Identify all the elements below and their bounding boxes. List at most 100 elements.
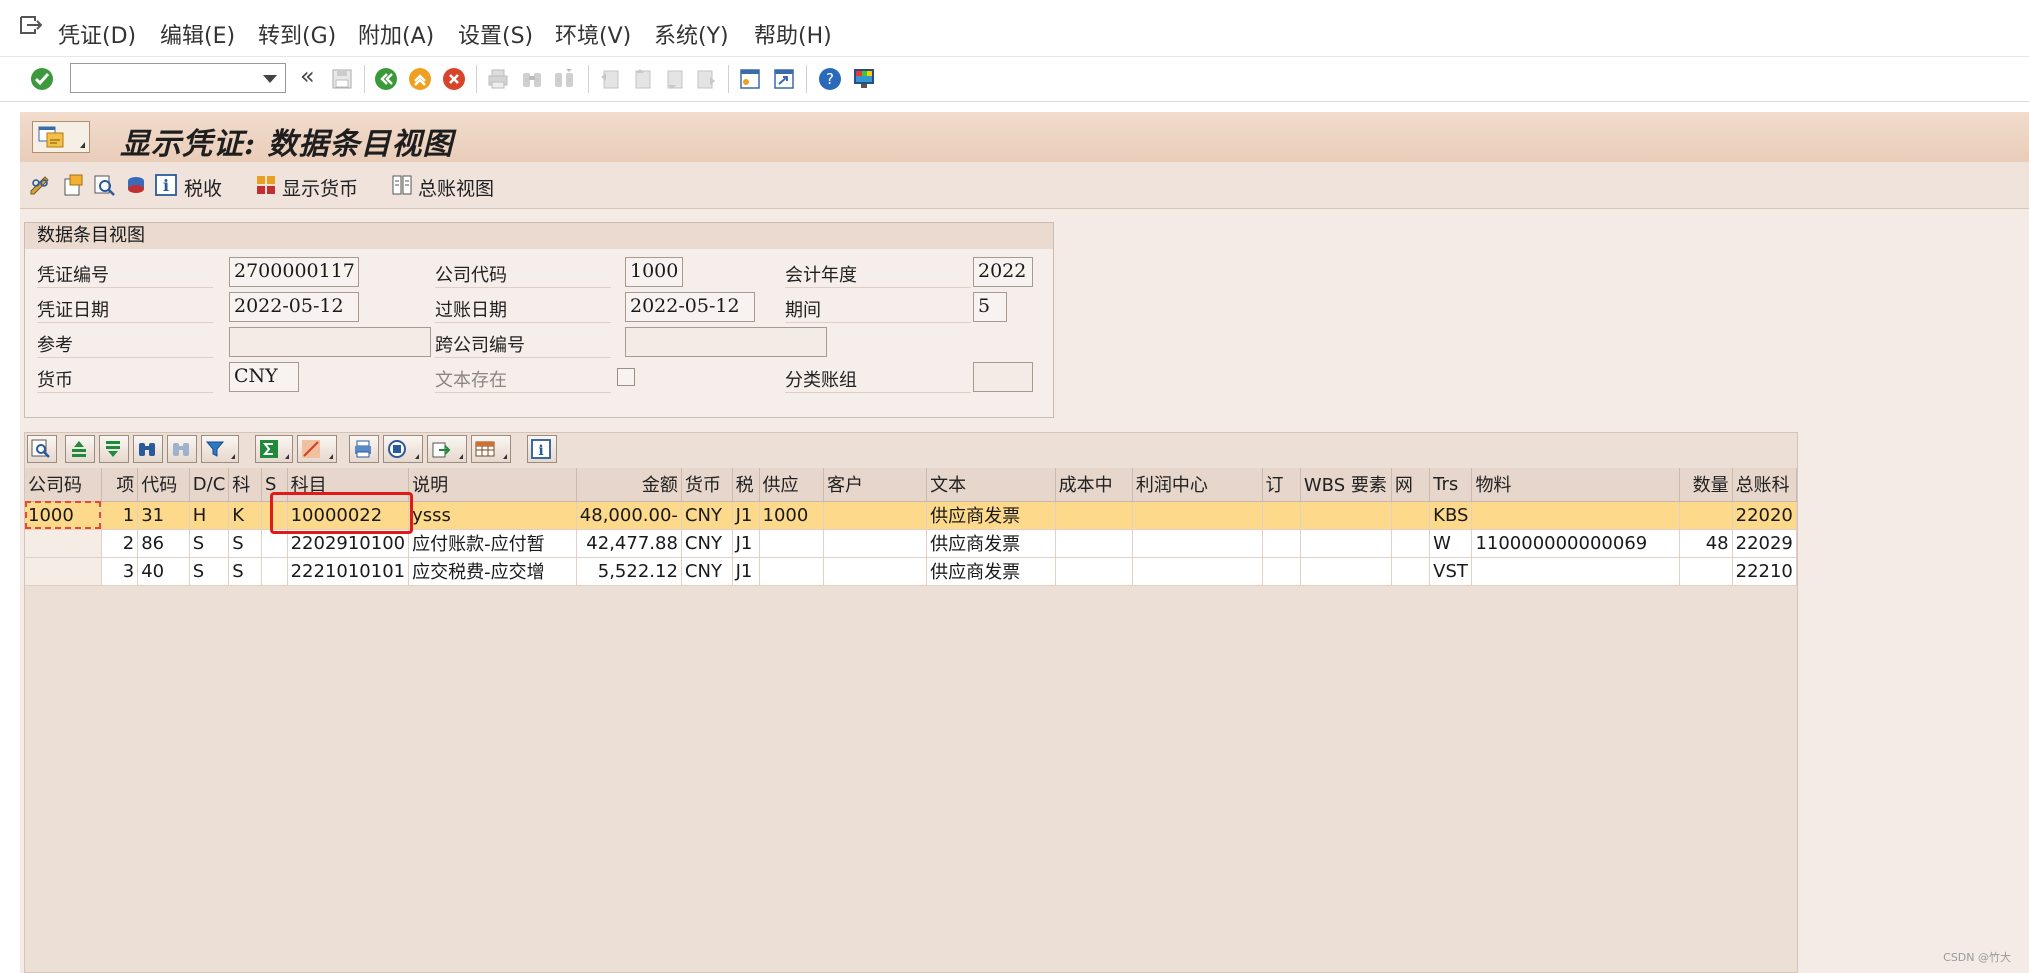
col-trs[interactable]: Trs	[1429, 468, 1473, 502]
cell-quantity[interactable]	[1679, 557, 1733, 586]
document-menu-icon[interactable]	[18, 14, 44, 38]
col-posting-key[interactable]: 代码	[137, 468, 190, 502]
cell-company-code[interactable]	[25, 529, 102, 558]
cell-description[interactable]: 应交税费-应交增	[408, 557, 577, 586]
menu-toggle-button[interactable]	[32, 121, 90, 153]
cell-amount[interactable]: 48,000.00-	[576, 501, 682, 530]
cell-profit-center[interactable]	[1132, 557, 1263, 586]
details-button[interactable]	[27, 435, 57, 463]
col-gl-account[interactable]: 总账科	[1732, 468, 1798, 502]
cell-item[interactable]: 1	[101, 501, 139, 530]
cell-account-type[interactable]: S	[228, 529, 262, 558]
cancel-icon[interactable]	[442, 67, 466, 91]
cell-cost-center[interactable]	[1055, 557, 1133, 586]
menu-system[interactable]: 系统(Y)	[654, 18, 729, 50]
cell-trs[interactable]: KBS	[1429, 501, 1473, 530]
col-account-type[interactable]: 科	[228, 468, 262, 502]
cell-order[interactable]	[1262, 501, 1301, 530]
ledger-stack-icon[interactable]	[124, 173, 148, 197]
cell-material[interactable]	[1471, 557, 1681, 586]
print-icon[interactable]	[486, 67, 510, 91]
cell-posting-key[interactable]: 31	[137, 501, 190, 530]
shortcut-icon[interactable]	[772, 67, 796, 91]
cell-vendor[interactable]	[759, 529, 824, 558]
sort-descending-button[interactable]	[99, 435, 129, 463]
col-quantity[interactable]: 数量	[1679, 468, 1733, 502]
cell-material[interactable]	[1471, 501, 1681, 530]
col-network[interactable]: 网	[1391, 468, 1431, 502]
cell-special-gl[interactable]	[261, 501, 288, 530]
col-customer[interactable]: 客户	[823, 468, 928, 502]
back-arrows-icon[interactable]: «	[300, 62, 315, 90]
find-next-button[interactable]	[167, 435, 197, 463]
cell-gl-account[interactable]: 22029	[1732, 529, 1798, 558]
cell-text[interactable]: 供应商发票	[926, 557, 1056, 586]
menu-goto[interactable]: 转到(G)	[258, 18, 336, 50]
cell-gl-account[interactable]: 22020	[1732, 501, 1798, 530]
col-order[interactable]: 订	[1262, 468, 1301, 502]
cell-vendor[interactable]: 1000	[759, 501, 824, 530]
next-page-icon[interactable]	[662, 67, 686, 91]
edit-glasses-icon[interactable]	[28, 173, 52, 197]
col-debit-credit[interactable]: D/C	[189, 468, 230, 502]
col-cost-center[interactable]: 成本中	[1055, 468, 1133, 502]
cell-description[interactable]: 应付账款-应付暂	[408, 529, 577, 558]
total-button[interactable]	[255, 435, 293, 463]
help-icon[interactable]: ?	[818, 67, 842, 91]
cell-customer[interactable]	[823, 501, 928, 530]
menu-document[interactable]: 凭证(D)	[58, 18, 136, 50]
cell-description[interactable]: ysss	[408, 501, 577, 530]
table-row[interactable]: 3 40 S S 2221010101 应交税费-应交增 5,522.12 CN…	[25, 557, 1798, 586]
posting-date-field[interactable]: 2022-05-12	[625, 292, 755, 322]
cell-cost-center[interactable]	[1055, 529, 1133, 558]
period-field[interactable]: 5	[973, 292, 1007, 322]
cell-item[interactable]: 3	[101, 557, 139, 586]
new-session-icon[interactable]	[738, 67, 762, 91]
company-code-field[interactable]: 1000	[625, 257, 683, 287]
col-vendor[interactable]: 供应	[759, 468, 824, 502]
cell-network[interactable]	[1391, 529, 1431, 558]
command-input[interactable]	[75, 65, 259, 93]
col-tax[interactable]: 税	[732, 468, 760, 502]
cell-quantity[interactable]	[1679, 501, 1733, 530]
filter-button[interactable]	[201, 435, 239, 463]
cell-special-gl[interactable]	[261, 529, 288, 558]
col-amount[interactable]: 金额	[576, 468, 682, 502]
export-button[interactable]	[427, 435, 467, 463]
cell-trs[interactable]: W	[1429, 529, 1473, 558]
cell-amount[interactable]: 5,522.12	[576, 557, 682, 586]
cell-cost-center[interactable]	[1055, 501, 1133, 530]
tax-button[interactable]: 税收	[184, 174, 222, 201]
menu-edit[interactable]: 编辑(E)	[160, 18, 235, 50]
col-description[interactable]: 说明	[408, 468, 577, 502]
display-search-icon[interactable]	[92, 173, 116, 197]
menu-settings[interactable]: 设置(S)	[458, 18, 533, 50]
command-field[interactable]	[70, 63, 286, 93]
menu-environment[interactable]: 环境(V)	[555, 18, 631, 50]
cell-debit-credit[interactable]: S	[189, 557, 230, 586]
print-preview-button[interactable]	[349, 435, 379, 463]
col-text[interactable]: 文本	[926, 468, 1056, 502]
cell-amount[interactable]: 42,477.88	[576, 529, 682, 558]
cell-wbs[interactable]	[1300, 557, 1392, 586]
col-profit-center[interactable]: 利润中心	[1132, 468, 1263, 502]
prev-page-icon[interactable]	[630, 67, 654, 91]
cell-account[interactable]: 10000022	[287, 501, 410, 530]
cell-tax[interactable]: J1	[732, 529, 760, 558]
col-company-code[interactable]: 公司码	[25, 468, 102, 502]
cross-company-field[interactable]	[625, 327, 827, 357]
sort-ascending-button[interactable]	[65, 435, 95, 463]
cell-tax[interactable]: J1	[732, 501, 760, 530]
menu-extras[interactable]: 附加(A)	[358, 18, 434, 50]
cell-network[interactable]	[1391, 557, 1431, 586]
col-currency[interactable]: 货币	[681, 468, 733, 502]
cell-text[interactable]: 供应商发票	[926, 529, 1056, 558]
display-currency-button[interactable]: 显示货币	[282, 174, 358, 201]
cell-text[interactable]: 供应商发票	[926, 501, 1056, 530]
cell-gl-account[interactable]: 22210	[1732, 557, 1798, 586]
cell-debit-credit[interactable]: H	[189, 501, 230, 530]
info-tax-icon[interactable]: i	[154, 173, 178, 197]
find-next-icon[interactable]	[552, 67, 576, 91]
customize-layout-icon[interactable]	[852, 67, 876, 91]
cell-currency[interactable]: CNY	[681, 557, 733, 586]
